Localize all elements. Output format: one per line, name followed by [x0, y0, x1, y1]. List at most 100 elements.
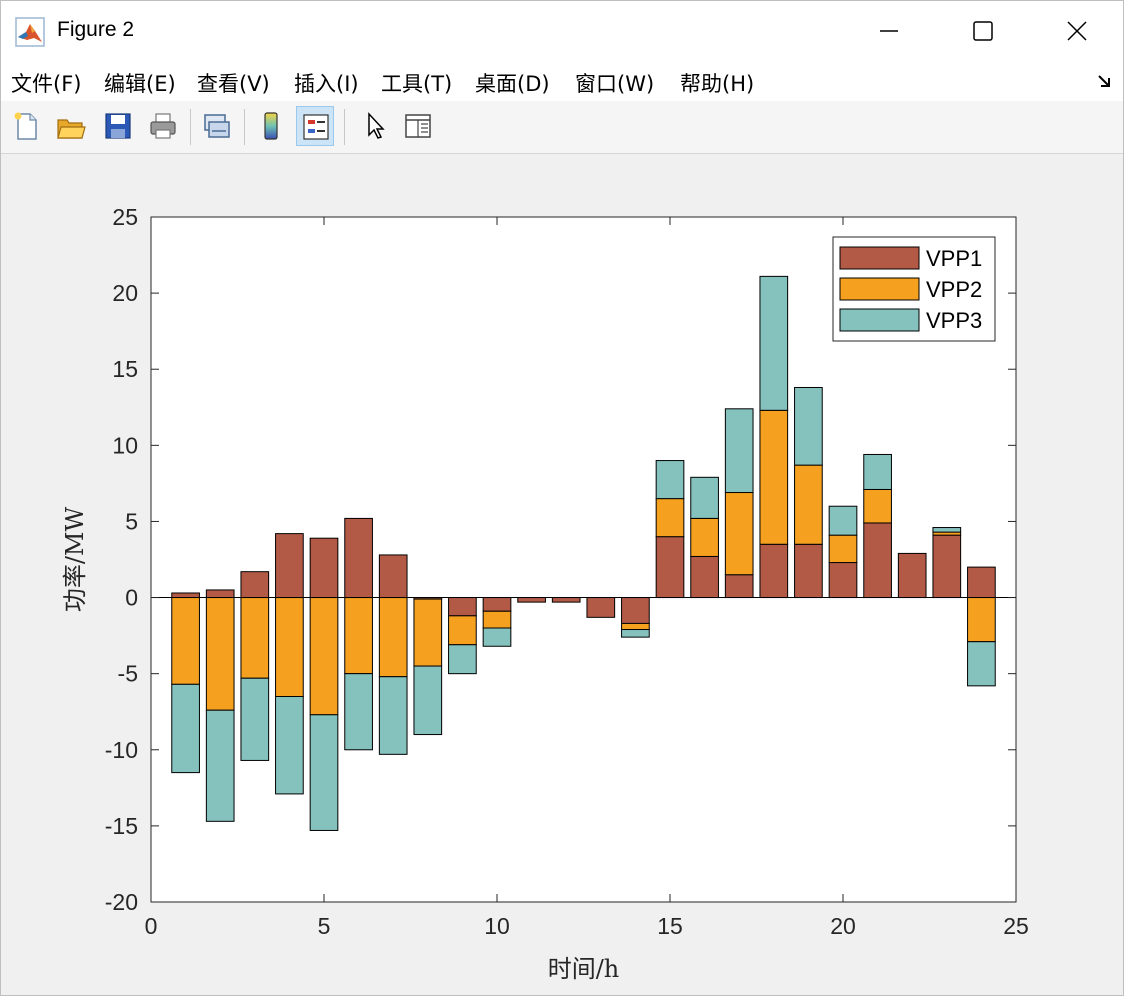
bar-vpp1-h13: [586, 597, 616, 618]
menu-desktop[interactable]: 桌面(D): [475, 68, 550, 98]
bar-vpp2-h2: [205, 597, 235, 711]
bar-vpp2-h18: [759, 409, 789, 545]
bar-vpp3-h6: [344, 673, 373, 751]
bar-vpp2-h19: [794, 464, 823, 545]
bar-vpp1-h19: [794, 543, 823, 599]
bar-vpp3-h9: [448, 644, 477, 675]
bar-vpp3-h15: [655, 460, 685, 500]
figure-window: Figure 2 文件(F) 编辑(E) 查看(V) 插入(I) 工具(T) 桌…: [0, 0, 1124, 996]
y-tick-label: 10: [112, 432, 138, 458]
bar-vpp1-h21: [863, 522, 892, 599]
x-tick-label: 25: [1003, 913, 1029, 939]
link-plot-button[interactable]: [197, 106, 235, 146]
bar-vpp2-h20: [828, 534, 858, 564]
bar-vpp1-h17: [724, 574, 754, 599]
new-figure-button[interactable]: [7, 106, 45, 146]
close-icon: [1067, 21, 1087, 41]
bar-vpp2-h17: [724, 492, 754, 576]
bar-vpp1-h3: [240, 571, 270, 599]
x-tick-label: 15: [657, 913, 683, 939]
toolbar: [1, 101, 1123, 154]
bar-vpp3-h20: [828, 505, 858, 536]
link-plot-icon: [204, 114, 230, 138]
menu-file[interactable]: 文件(F): [11, 68, 81, 98]
menu-view[interactable]: 查看(V): [197, 68, 270, 98]
colorbar-button[interactable]: [252, 106, 290, 146]
legend[interactable]: VPP1 VPP2 VPP3: [832, 236, 996, 342]
bar-vpp1-h23: [932, 534, 962, 599]
y-tick-label: 20: [112, 280, 138, 306]
menu-window[interactable]: 窗口(W): [575, 68, 654, 98]
open-file-icon: [57, 119, 86, 139]
bar-vpp3-h14: [621, 629, 650, 638]
bar-vpp3-h16: [690, 476, 719, 519]
bar-vpp2-h8: [413, 598, 443, 667]
bar-vpp2-h7: [378, 597, 408, 678]
bar-vpp2-h1: [171, 597, 200, 685]
bar-vpp1-h18: [759, 543, 789, 599]
y-tick-label: -5: [118, 661, 138, 687]
bar-vpp3-h1: [171, 683, 200, 774]
bar-vpp1-h11: [517, 597, 546, 603]
bar-vpp3-h3: [240, 677, 270, 761]
bar-vpp2-h5: [309, 597, 339, 716]
bar-vpp2-h4: [275, 597, 304, 697]
colorbar-icon: [264, 112, 278, 140]
property-inspector-button[interactable]: [399, 106, 437, 146]
bar-vpp1-h1: [171, 592, 200, 599]
toolbar-separator: [244, 109, 245, 145]
bar-vpp2-h10: [482, 610, 512, 629]
bar-vpp1-h12: [551, 597, 581, 603]
print-button[interactable]: [144, 106, 182, 146]
bar-vpp3-h18: [759, 275, 789, 411]
new-figure-icon: [14, 112, 37, 140]
bar-vpp3-h7: [378, 676, 408, 755]
legend-label-vpp2: VPP2: [926, 277, 982, 302]
bar-vpp1-h14: [621, 597, 650, 624]
title-bar: Figure 2: [1, 1, 1123, 61]
bar-vpp1-h20: [828, 562, 858, 599]
maximize-button[interactable]: [937, 1, 1029, 61]
legend-swatch-vpp1: [839, 246, 920, 270]
minimize-icon: [880, 30, 898, 32]
y-tick-label: -15: [105, 813, 138, 839]
menu-edit[interactable]: 编辑(E): [104, 68, 176, 98]
bar-vpp1-h24: [967, 566, 996, 599]
pointer-button[interactable]: [356, 106, 394, 146]
bar-vpp2-h6: [344, 597, 373, 675]
bar-vpp3-h2: [205, 709, 235, 822]
bar-vpp2-h24: [967, 597, 996, 643]
dock-arrow-icon[interactable]: [1097, 73, 1113, 89]
legend-button[interactable]: [296, 106, 334, 146]
bar-vpp3-h4: [275, 696, 304, 795]
bar-vpp3-h23: [932, 527, 962, 533]
menu-help[interactable]: 帮助(H): [680, 68, 754, 98]
y-tick-label: -10: [105, 737, 138, 763]
bar-vpp2-h9: [448, 615, 477, 646]
save-button[interactable]: [99, 106, 137, 146]
bar-vpp2-h3: [240, 597, 270, 679]
maximize-icon: [973, 21, 993, 41]
bar-vpp2-h14: [621, 622, 650, 631]
close-button[interactable]: [1031, 1, 1123, 61]
bar-vpp1-h2: [205, 589, 235, 599]
menu-tools[interactable]: 工具(T): [381, 68, 452, 98]
bar-vpp1-h22: [897, 552, 927, 599]
minimize-button[interactable]: [843, 1, 935, 61]
toolbar-separator: [344, 109, 345, 145]
y-tick-label: -20: [105, 889, 138, 915]
menu-insert[interactable]: 插入(I): [294, 68, 359, 98]
y-tick-label: 0: [125, 585, 138, 611]
bar-vpp3-h5: [309, 714, 339, 831]
bar-vpp1-h6: [344, 517, 373, 599]
bar-vpp2-h16: [690, 517, 719, 557]
open-file-button[interactable]: [52, 106, 90, 146]
bar-vpp3-h10: [482, 627, 512, 647]
bar-vpp1-h7: [378, 554, 408, 599]
matlab-logo-icon: [15, 17, 45, 47]
y-tick-label: 25: [112, 204, 138, 230]
bar-vpp1-h10: [482, 597, 512, 612]
print-icon: [150, 113, 176, 139]
bar-vpp2-h15: [655, 498, 685, 538]
legend-swatch-vpp3: [839, 308, 920, 332]
